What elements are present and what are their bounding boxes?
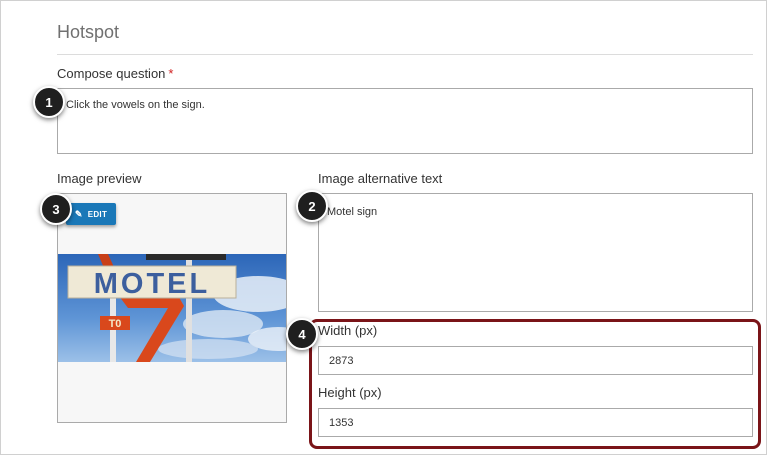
- section-title: Hotspot: [57, 22, 120, 42]
- pencil-icon: ✎: [74, 208, 83, 219]
- width-label: Width (px): [318, 323, 378, 338]
- question-input-text: Click the vowels on the sign.: [66, 99, 205, 111]
- title-divider: [57, 54, 753, 55]
- motel-sign-image: MOTEL T0: [58, 254, 286, 362]
- callout-4: 4: [286, 318, 318, 350]
- dimensions-highlight: [309, 319, 761, 449]
- callout-1: 1: [33, 86, 65, 118]
- callout-3: 3: [40, 193, 72, 225]
- small-sign-text: T0: [109, 318, 122, 330]
- question-label-text: Compose question: [57, 66, 166, 81]
- question-input[interactable]: Click the vowels on the sign.: [57, 88, 753, 154]
- alt-text-input[interactable]: Motel sign: [318, 193, 753, 312]
- sign-text: MOTEL: [94, 268, 211, 300]
- question-label: Compose question *: [57, 66, 173, 81]
- height-label: Height (px): [318, 385, 382, 400]
- alt-text-label: Image alternative text: [318, 171, 443, 186]
- required-mark: *: [168, 66, 174, 81]
- image-preview[interactable]: MOTEL T0: [57, 193, 287, 423]
- alt-text-value: Motel sign: [327, 206, 378, 218]
- edit-image-button[interactable]: ✎ EDIT: [66, 203, 116, 225]
- callout-2: 2: [296, 190, 328, 222]
- edit-button-label: EDIT: [87, 209, 108, 219]
- image-preview-label: Image preview: [57, 171, 142, 186]
